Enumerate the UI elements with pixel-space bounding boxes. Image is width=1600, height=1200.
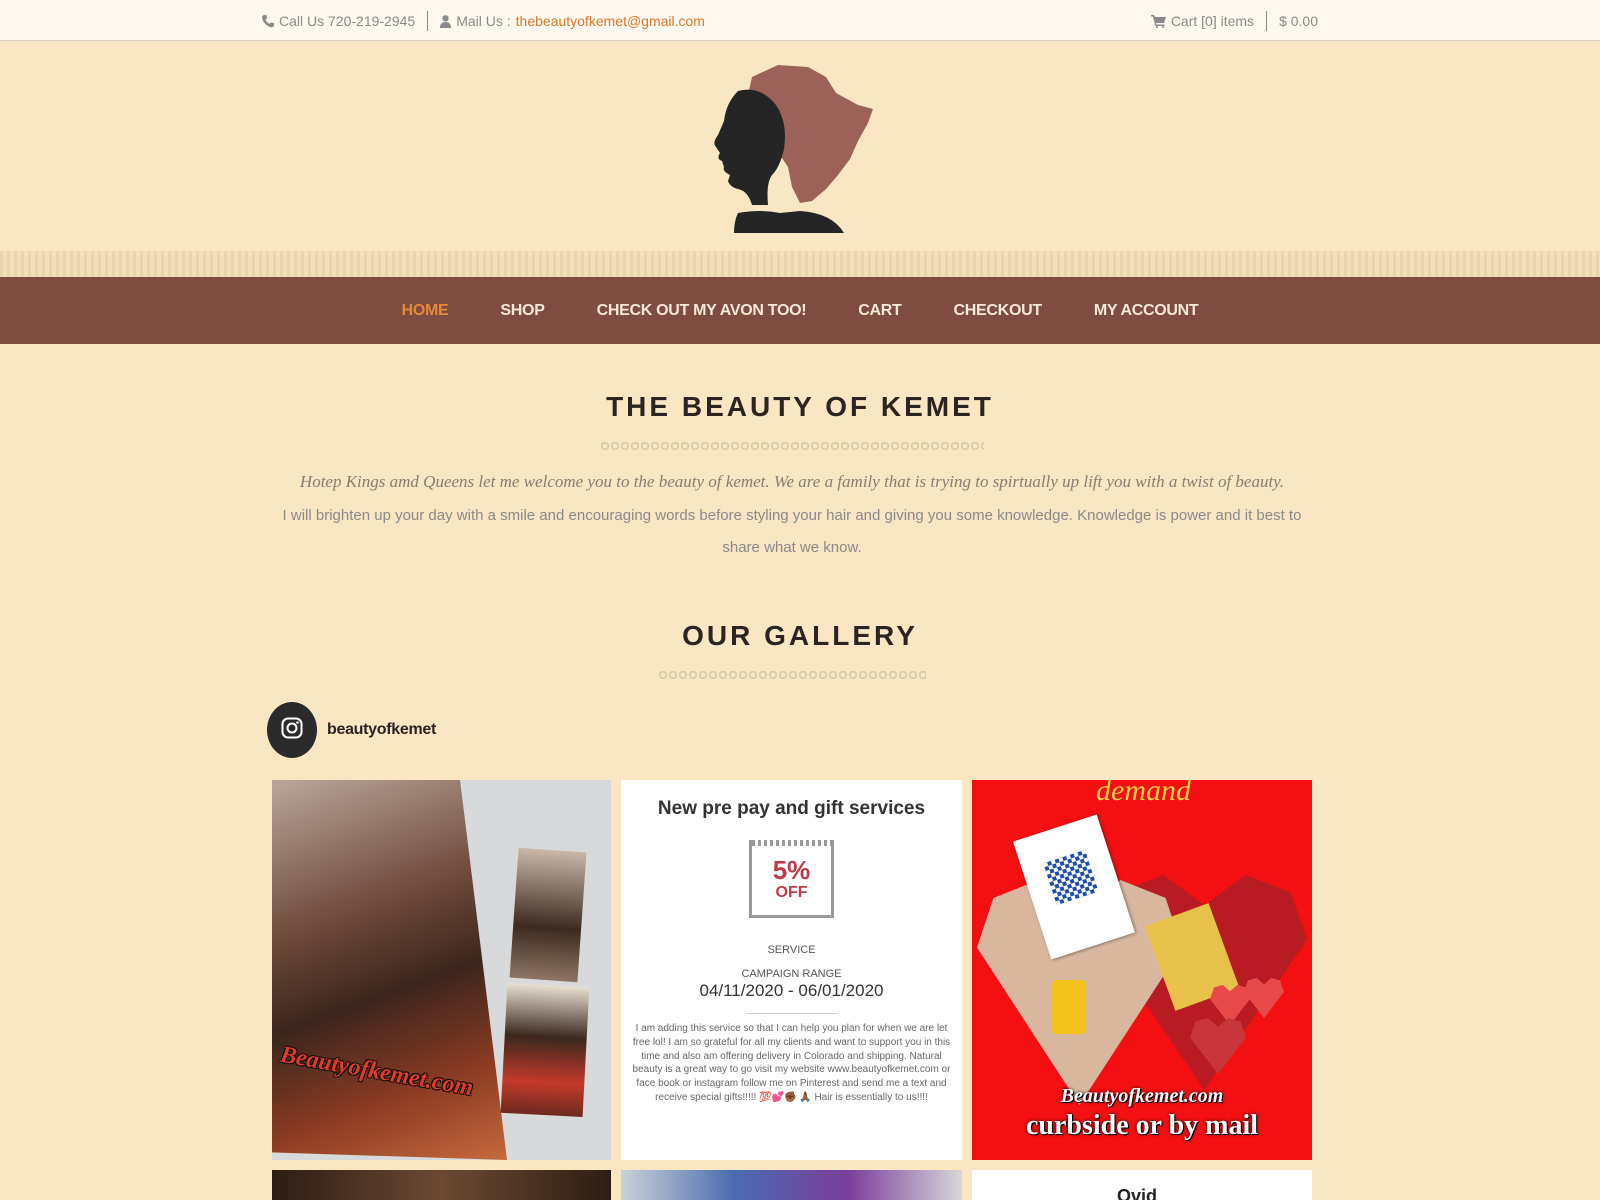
demand-text: demand: [1096, 780, 1191, 807]
cart-total: $ 0.00: [1279, 13, 1318, 29]
promo-dates: 04/11/2020 - 06/01/2020: [699, 981, 884, 1000]
nav-checkout[interactable]: CHECKOUT: [928, 302, 1068, 320]
top-bar: Call Us 720-219-2945 Mail Us : thebeauty…: [0, 0, 1600, 41]
nav-cart[interactable]: CART: [832, 302, 927, 320]
mail-prefix: Mail Us :: [456, 13, 511, 29]
mail-contact: Mail Us : thebeautyofkemet@gmail.com: [440, 13, 705, 29]
promo-description: I am adding this service so that I can h…: [632, 1023, 951, 1103]
coupon-icon: 5% OFF: [749, 840, 834, 918]
coupon-percent: 5%: [772, 855, 811, 885]
instagram-header[interactable]: beautyofkemet: [267, 702, 436, 758]
gallery-photo-partial[interactable]: [272, 1170, 611, 1200]
gallery-photo-hairstyles[interactable]: Beautyofkemet.com: [272, 780, 611, 1160]
welcome-body-text: I will brighten up your day with a smile…: [282, 507, 1302, 556]
instagram-username[interactable]: beautyofkemet: [327, 721, 436, 739]
contact-info: Call Us 720-219-2945 Mail Us : thebeauty…: [262, 11, 705, 31]
divider: [1266, 11, 1268, 31]
gallery-photo-partial[interactable]: [621, 1170, 962, 1200]
cart-summary: Cart [0] items $ 0.00: [1150, 11, 1318, 31]
promo-campaign-label: CAMPAIGN RANGE: [741, 968, 842, 980]
site-header: [0, 41, 1600, 251]
site-text: Beautyofkemet.com: [1060, 1085, 1224, 1107]
cart-link[interactable]: Cart [0] items: [1150, 13, 1255, 29]
site-logo[interactable]: [708, 63, 876, 233]
main-nav: HOME SHOP CHECK OUT MY AVON TOO! CART CH…: [0, 277, 1600, 344]
post-heading-partial: Ovid: [1117, 1186, 1158, 1200]
gallery-promo-card[interactable]: New pre pay and gift services 5% OFF SER…: [621, 780, 962, 1160]
cart-icon: [1150, 14, 1166, 28]
mail-link[interactable]: thebeautyofkemet@gmail.com: [516, 13, 705, 29]
photo-inset-back: [509, 847, 587, 983]
gallery-curbside-post[interactable]: demand Beautyofkemet.com curbside or by …: [972, 780, 1312, 1160]
divider: [427, 11, 429, 31]
promo-service: SERVICE: [767, 944, 816, 956]
gallery-title: OUR GALLERY: [682, 620, 918, 651]
user-icon: [440, 14, 452, 28]
phone-contact[interactable]: Call Us 720-219-2945: [262, 13, 415, 29]
cart-label: Cart [0] items: [1170, 13, 1255, 29]
welcome-title: THE BEAUTY OF KEMET: [606, 391, 994, 422]
gallery-post-partial[interactable]: Ovid: [972, 1170, 1312, 1200]
promo-title: New pre pay and gift services: [657, 798, 926, 819]
phone-icon: [262, 14, 274, 28]
coupon-off: OFF: [775, 884, 808, 901]
nav-avon[interactable]: CHECK OUT MY AVON TOO!: [571, 302, 833, 320]
nav-my-account[interactable]: MY ACCOUNT: [1068, 302, 1225, 320]
curbside-text: curbside or by mail: [1025, 1110, 1259, 1141]
title-divider: [600, 441, 984, 451]
phone-label: Call Us 720-219-2945: [279, 13, 416, 29]
promo-divider: [746, 1013, 837, 1014]
product-jar: [1052, 980, 1086, 1034]
photo-locs: [272, 780, 507, 1160]
decorative-strip: [0, 251, 1600, 277]
nav-home[interactable]: HOME: [376, 302, 475, 320]
instagram-avatar[interactable]: [267, 702, 317, 758]
qr-code-icon: [1043, 849, 1099, 906]
instagram-icon: [281, 717, 303, 744]
welcome-italic-text: Hotep Kings amd Queens let me welcome yo…: [299, 472, 1285, 491]
nav-shop[interactable]: SHOP: [474, 302, 570, 320]
gallery-divider: [658, 670, 926, 680]
